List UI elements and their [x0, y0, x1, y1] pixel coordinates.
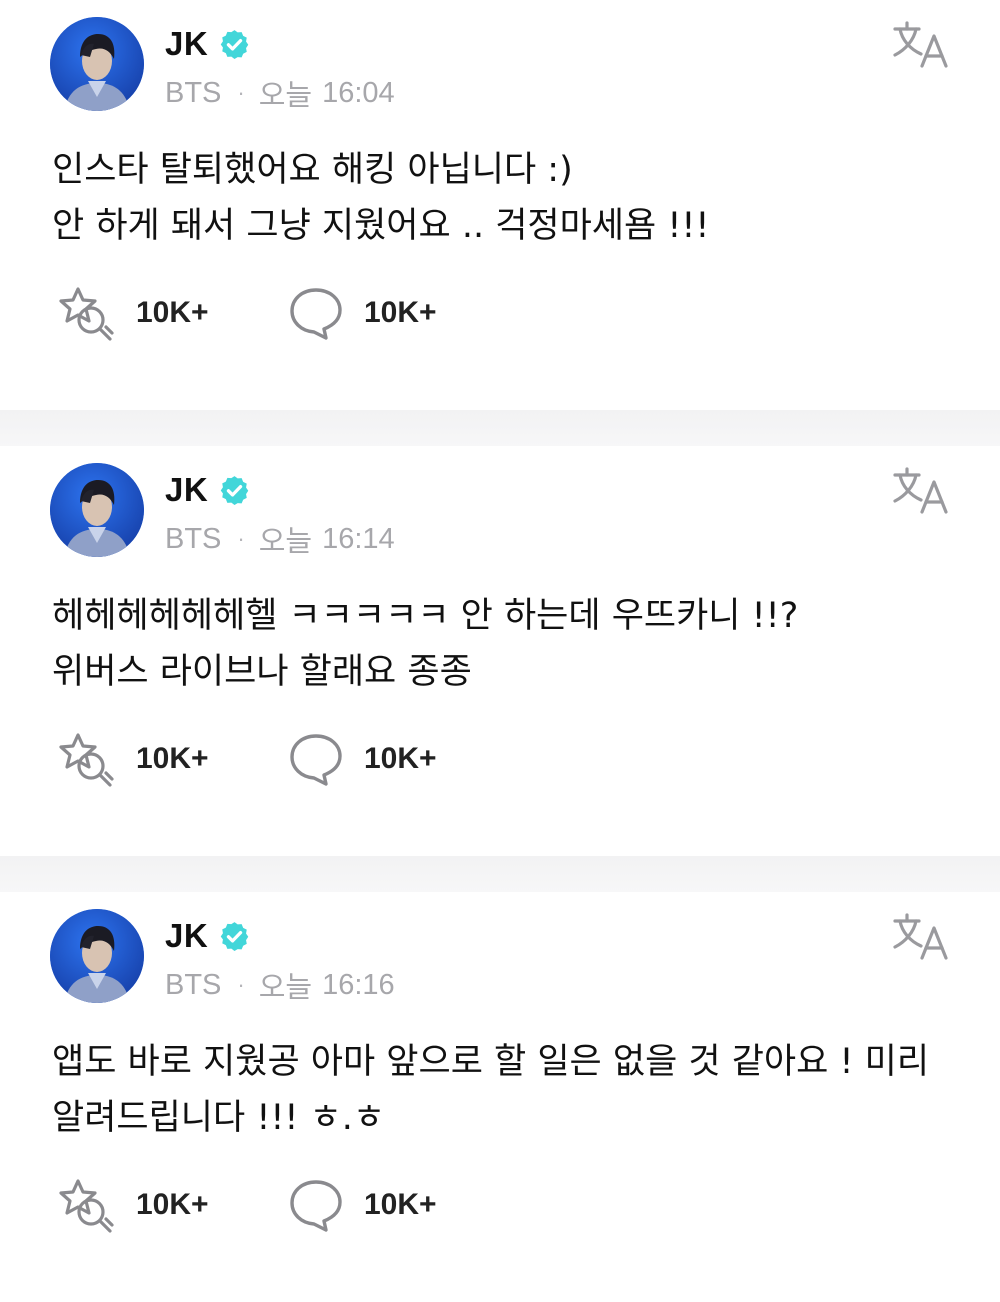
- post-actions: 10K+ 10K+: [52, 729, 437, 789]
- time-label: 오늘: [258, 526, 313, 558]
- post-divider: [0, 410, 1000, 446]
- author[interactable]: JK: [165, 22, 251, 66]
- reaction-button[interactable]: 10K+: [52, 283, 288, 343]
- separator-dot: ·: [237, 80, 245, 105]
- reaction-button[interactable]: 10K+: [52, 1175, 288, 1235]
- post-actions: 10K+ 10K+: [52, 283, 437, 343]
- feed: JK BTS · 오늘 16:04 인스타 탈퇴했어요 해킹 아닙니다:) 안…: [0, 0, 1000, 1302]
- separator-dot: ·: [237, 972, 245, 997]
- timestamp: 16:14: [322, 522, 395, 555]
- avatar[interactable]: [50, 909, 144, 1003]
- author-name[interactable]: JK: [165, 25, 208, 63]
- reaction-icon: [52, 729, 116, 789]
- reaction-count: 10K+: [136, 1188, 209, 1221]
- comment-count: 10K+: [364, 1188, 437, 1221]
- post-card[interactable]: JK BTS · 오늘 16:16 앱도 바로 지웠공 아마 앞으로 할 일은 …: [0, 892, 1000, 1302]
- post-text: 인스타 탈퇴했어요 해킹 아닙니다 :) 안 하게 돼서 그냥 지웠어요 .. …: [52, 150, 710, 246]
- avatar[interactable]: [50, 17, 144, 111]
- reaction-button[interactable]: 10K+: [52, 729, 288, 789]
- group-label[interactable]: BTS: [165, 523, 221, 556]
- post-card[interactable]: JK BTS · 오늘 16:14 헤헤헤헤헤헤헬 ㅋㅋㅋㅋㅋ 안 하는데 우뜨…: [0, 446, 1000, 856]
- post-text: 헤헤헤헤헤헤헬 ㅋㅋㅋㅋㅋ 안 하는데 우뜨카니 !!? 위버스 라이브나 할래…: [52, 596, 799, 692]
- post-divider: [0, 856, 1000, 892]
- author[interactable]: JK: [165, 914, 251, 958]
- post-meta: BTS · 오늘 16:16: [165, 964, 395, 1006]
- separator-dot: ·: [237, 526, 245, 551]
- author[interactable]: JK: [165, 468, 251, 512]
- avatar-image: [50, 17, 144, 111]
- translate-icon[interactable]: [892, 912, 950, 962]
- verified-badge-icon: [218, 28, 251, 61]
- avatar[interactable]: [50, 463, 144, 557]
- post-card[interactable]: JK BTS · 오늘 16:04 인스타 탈퇴했어요 해킹 아닙니다:) 안…: [0, 0, 1000, 410]
- time-label: 오늘: [258, 80, 313, 112]
- post-meta: BTS · 오늘 16:14: [165, 518, 395, 560]
- timestamp: 16:04: [322, 76, 395, 109]
- reaction-count: 10K+: [136, 296, 209, 329]
- avatar-image: [50, 909, 144, 1003]
- translate-icon[interactable]: [892, 20, 950, 70]
- author-name[interactable]: JK: [165, 917, 208, 955]
- reaction-icon: [52, 1175, 116, 1235]
- reaction-count: 10K+: [136, 742, 209, 775]
- avatar-image: [50, 463, 144, 557]
- post-meta: BTS · 오늘 16:04: [165, 72, 395, 114]
- group-label[interactable]: BTS: [165, 969, 221, 1002]
- post-actions: 10K+ 10K+: [52, 1175, 437, 1235]
- verified-badge-icon: [218, 474, 251, 507]
- time-label: 오늘: [258, 972, 313, 1004]
- comment-button[interactable]: 10K+: [288, 1177, 437, 1233]
- comment-button[interactable]: 10K+: [288, 731, 437, 787]
- post-text: 앱도 바로 지웠공 아마 앞으로 할 일은 없을 것 같아요 ! 미리 알려드립…: [52, 1042, 930, 1138]
- comment-icon: [288, 285, 344, 341]
- translate-icon[interactable]: [892, 466, 950, 516]
- reaction-icon: [52, 283, 116, 343]
- comment-count: 10K+: [364, 742, 437, 775]
- comment-icon: [288, 731, 344, 787]
- comment-button[interactable]: 10K+: [288, 285, 437, 341]
- comment-count: 10K+: [364, 296, 437, 329]
- verified-badge-icon: [218, 920, 251, 953]
- comment-icon: [288, 1177, 344, 1233]
- timestamp: 16:16: [322, 968, 395, 1001]
- group-label[interactable]: BTS: [165, 77, 221, 110]
- author-name[interactable]: JK: [165, 471, 208, 509]
